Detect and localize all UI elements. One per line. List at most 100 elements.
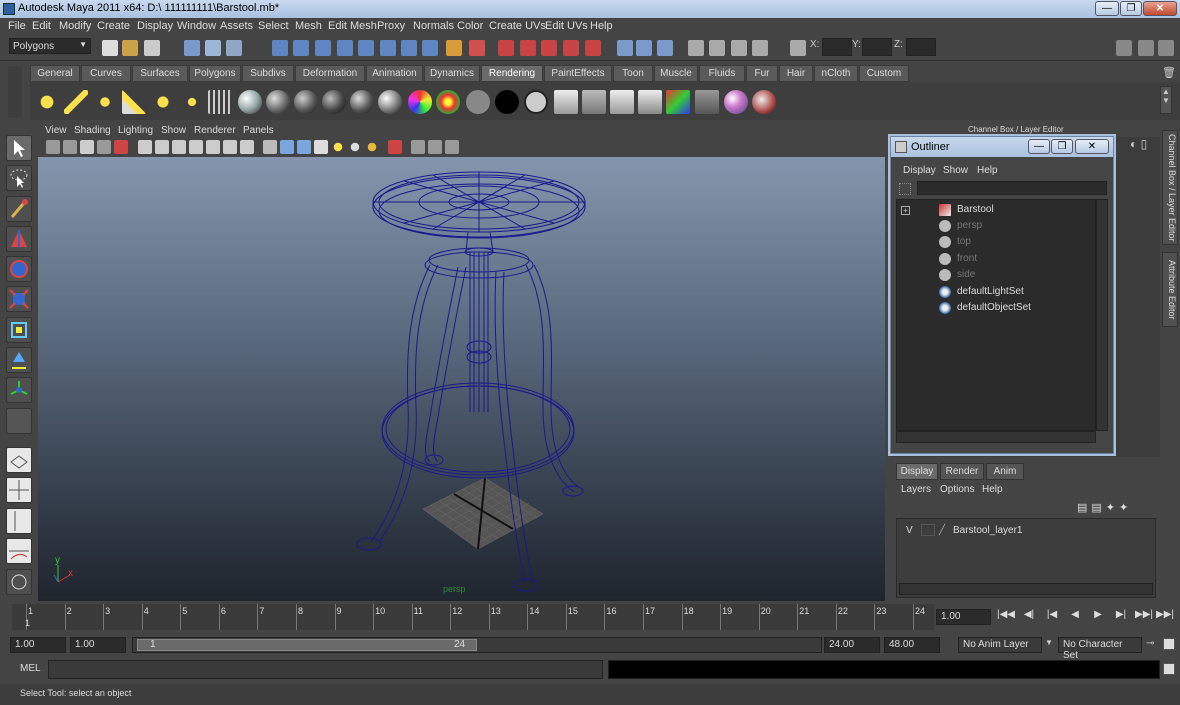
- shadows-icon[interactable]: [365, 140, 379, 154]
- channel-box-icon[interactable]: [657, 40, 673, 56]
- step-forward-frame-button[interactable]: ▶|: [1112, 609, 1130, 625]
- shading-map-icon[interactable]: [436, 90, 460, 114]
- layer-tab-display[interactable]: Display: [896, 463, 938, 480]
- range-slider-handle[interactable]: 1 24: [137, 639, 477, 651]
- shelf-tab-dynamics[interactable]: Dynamics: [424, 65, 480, 82]
- shelf-scroll-arrows[interactable]: ▲ ▼: [1160, 86, 1172, 114]
- render-current-frame-icon[interactable]: [498, 40, 514, 56]
- render-current-frame-icon-shelf[interactable]: [554, 90, 578, 114]
- paint-select-tool-icon[interactable]: [6, 196, 32, 222]
- snap-point-icon[interactable]: [315, 40, 331, 56]
- step-back-key-button[interactable]: ◀|: [1020, 609, 1038, 625]
- image-plane-icon[interactable]: [80, 140, 94, 154]
- area-light-icon[interactable]: [151, 90, 175, 114]
- universal-manipulator-icon[interactable]: [6, 317, 32, 343]
- go-to-start-button[interactable]: |◀◀: [997, 609, 1015, 625]
- menu-help[interactable]: Help: [590, 20, 613, 32]
- textured-icon[interactable]: [314, 140, 328, 154]
- time-slider[interactable]: 1 2 3 4 5 6 7 8 9 10 11 12 13 14 15 16 17 18 19 20 21 22 23 24 …: [12, 604, 934, 630]
- hypershade-persp-layout-icon[interactable]: [6, 569, 32, 595]
- menu-select[interactable]: Select: [258, 20, 289, 32]
- output-ops-icon[interactable]: [469, 40, 485, 56]
- menu-proxy[interactable]: Proxy: [377, 20, 405, 32]
- outliner-item-barstool[interactable]: Barstool: [957, 204, 994, 215]
- layer-name[interactable]: Barstool_layer1: [953, 525, 1022, 536]
- tool-settings-icon[interactable]: [636, 40, 652, 56]
- step-forward-key-button[interactable]: ▶▶|: [1135, 609, 1153, 625]
- snap-curve-icon[interactable]: [293, 40, 309, 56]
- volume-light-icon[interactable]: [180, 90, 204, 114]
- viewport-menu-lighting[interactable]: Lighting: [118, 125, 153, 136]
- four-view-layout-icon[interactable]: [6, 477, 32, 503]
- tab-channel-box-layer-editor[interactable]: Channel Box / Layer Editor: [1162, 130, 1178, 245]
- playback-start-field[interactable]: 1.00: [70, 637, 126, 653]
- playback-end-field[interactable]: 24.00: [824, 637, 880, 653]
- filter-icon[interactable]: [899, 183, 911, 195]
- viewport-menu-shading[interactable]: Shading: [74, 125, 111, 136]
- xray-joints-icon[interactable]: [428, 140, 442, 154]
- hypershade-icon[interactable]: [563, 40, 579, 56]
- command-input[interactable]: [48, 660, 603, 679]
- phong-material-icon[interactable]: [294, 90, 318, 114]
- close-button[interactable]: ✕: [1143, 1, 1177, 16]
- smooth-shade-icon[interactable]: [280, 140, 294, 154]
- layer-horizontal-scrollbar[interactable]: [899, 583, 1153, 595]
- ipr-render-icon-shelf[interactable]: [610, 90, 634, 114]
- animation-end-field[interactable]: 48.00: [884, 637, 940, 653]
- render-region-icon[interactable]: [582, 90, 606, 114]
- x-field[interactable]: [822, 38, 852, 56]
- shelf-tab-curves[interactable]: Curves: [81, 65, 131, 82]
- shelf-tab-rendering[interactable]: Rendering: [481, 65, 543, 82]
- lambert-material-icon[interactable]: [266, 90, 290, 114]
- phonge-material-icon[interactable]: [322, 90, 346, 114]
- layer-menu-layers[interactable]: Layers: [901, 484, 931, 495]
- shelf-tab-fluids[interactable]: Fluids: [699, 65, 745, 82]
- layer-color-swatch[interactable]: ╱: [939, 525, 945, 536]
- show-manipulator-icon[interactable]: [6, 377, 32, 403]
- outliner-item-front[interactable]: front: [957, 253, 977, 264]
- xray-icon[interactable]: [411, 140, 425, 154]
- input-ops-icon[interactable]: [446, 40, 462, 56]
- hardware-render-icon[interactable]: [445, 140, 459, 154]
- point-light-icon[interactable]: [93, 90, 117, 114]
- grease-pencil-icon[interactable]: [114, 140, 128, 154]
- wireframe-icon[interactable]: [263, 140, 277, 154]
- layer-visibility-toggle[interactable]: V: [906, 525, 913, 536]
- shelf-delete-icon[interactable]: 🗑: [1162, 66, 1176, 80]
- shelf-tab-general[interactable]: General: [30, 65, 80, 82]
- menuset-dropdown[interactable]: Polygons ▼: [9, 38, 91, 54]
- range-slider[interactable]: 1 24: [132, 637, 822, 653]
- tab-attribute-editor[interactable]: Attribute Editor: [1162, 252, 1178, 327]
- gate-mask-icon[interactable]: [189, 140, 203, 154]
- minimize-button[interactable]: —: [1095, 1, 1119, 16]
- character-set-dropdown[interactable]: No Character Set: [1058, 637, 1142, 661]
- ipr-render-icon[interactable]: [520, 40, 536, 56]
- lasso-tool-icon[interactable]: [6, 165, 32, 191]
- menu-create-uvs[interactable]: Create UVs: [489, 20, 546, 32]
- spot-light-icon[interactable]: [122, 90, 146, 114]
- channel-box-icons[interactable]: ◐ ▯: [1130, 137, 1160, 157]
- select-hierarchy-icon[interactable]: [184, 40, 200, 56]
- menu-window[interactable]: Window: [177, 20, 216, 32]
- lock-icon[interactable]: [731, 40, 747, 56]
- current-time-field[interactable]: 1.00: [936, 609, 991, 625]
- animation-start-field[interactable]: 1.00: [10, 637, 66, 653]
- wireframe-on-shaded-icon[interactable]: [297, 140, 311, 154]
- transform-field-icon[interactable]: [790, 40, 806, 56]
- anisotropic-material-icon[interactable]: [350, 90, 374, 114]
- menu-mesh[interactable]: Mesh: [295, 20, 322, 32]
- outliner-filter-input[interactable]: [917, 181, 1107, 195]
- scale-tool-icon[interactable]: [6, 286, 32, 312]
- menu-create[interactable]: Create: [97, 20, 130, 32]
- blinn-material-icon[interactable]: [238, 90, 262, 114]
- play-forwards-button[interactable]: ▶: [1089, 609, 1107, 625]
- outliner-menu-display[interactable]: Display: [903, 165, 936, 176]
- grid-toggle-icon[interactable]: [138, 140, 152, 154]
- key-icon[interactable]: ⊸: [1146, 638, 1154, 649]
- outliner-close-button[interactable]: ✕: [1075, 139, 1109, 154]
- ocean-shader-icon[interactable]: [524, 90, 548, 114]
- viewport-menu-view[interactable]: View: [45, 125, 67, 136]
- surface-shader-icon[interactable]: [466, 90, 490, 114]
- z-field[interactable]: [906, 38, 936, 56]
- shelf-tab-surfaces[interactable]: Surfaces: [132, 65, 188, 82]
